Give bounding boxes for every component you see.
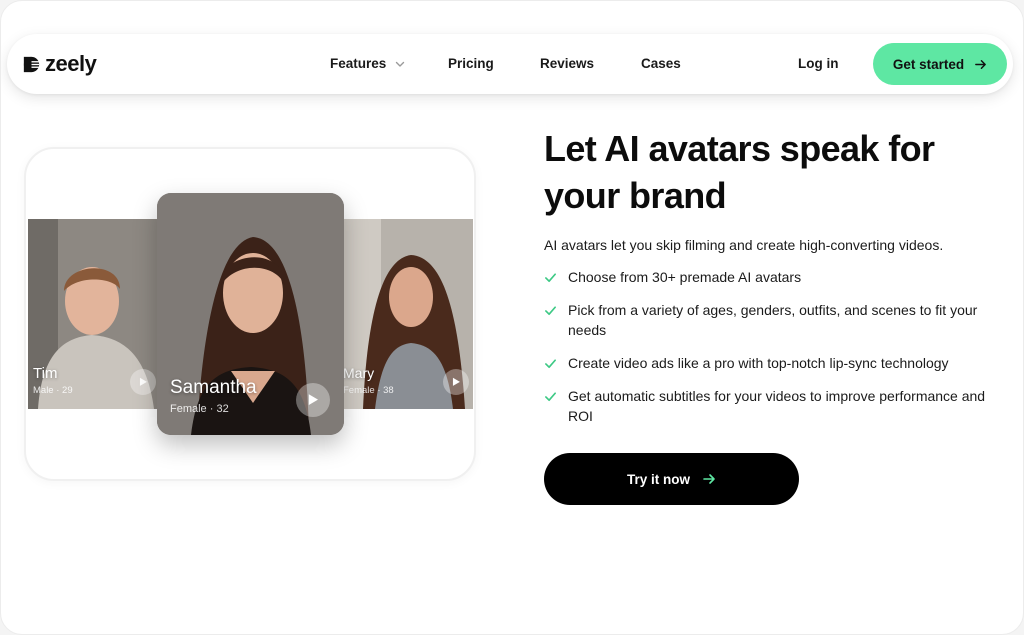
try-it-now-label: Try it now bbox=[626, 471, 690, 487]
avatar-name-mary: Mary bbox=[343, 365, 375, 381]
avatar-name-tim: Tim bbox=[33, 365, 58, 382]
nav-features-label: Features bbox=[330, 56, 387, 71]
check-icon bbox=[545, 359, 556, 369]
feature-text: Pick from a variety of ages, genders, ou… bbox=[568, 302, 978, 338]
feature-text: Choose from 30+ premade AI avatars bbox=[568, 269, 802, 285]
avatar-meta-samantha: Female · 32 bbox=[170, 403, 229, 415]
feature-list: Choose from 30+ premade AI avatars Pick … bbox=[544, 267, 1004, 439]
nav-cases[interactable]: Cases bbox=[641, 54, 681, 74]
nav-reviews[interactable]: Reviews bbox=[540, 54, 594, 74]
play-icon bbox=[309, 394, 319, 406]
play-icon bbox=[453, 377, 461, 387]
get-started-label: Get started bbox=[892, 56, 965, 72]
get-started-button[interactable]: Get started bbox=[873, 43, 1007, 85]
arrow-right-icon bbox=[703, 474, 715, 484]
feature-text: Get automatic subtitles for your videos … bbox=[568, 388, 986, 424]
login-label: Log in bbox=[798, 56, 839, 71]
avatar-card-samantha[interactable]: Samantha Female · 32 bbox=[157, 193, 344, 435]
check-icon bbox=[545, 306, 556, 316]
avatar-meta-mary: Female · 38 bbox=[343, 385, 394, 396]
check-icon bbox=[545, 273, 556, 283]
nav-pricing[interactable]: Pricing bbox=[448, 54, 494, 74]
play-button-mary[interactable] bbox=[443, 369, 469, 395]
nav-cases-label: Cases bbox=[641, 56, 681, 71]
feature-item: Choose from 30+ premade AI avatars bbox=[544, 267, 1004, 287]
feature-item: Create video ads like a pro with top-not… bbox=[544, 353, 1004, 373]
arrow-right-icon bbox=[975, 59, 987, 69]
feature-item: Get automatic subtitles for your videos … bbox=[544, 386, 1004, 426]
play-button-samantha[interactable] bbox=[296, 383, 330, 417]
avatar-meta-tim: Male · 29 bbox=[33, 385, 73, 396]
check-icon bbox=[545, 392, 556, 402]
nav-reviews-label: Reviews bbox=[540, 56, 595, 71]
chevron-down-icon bbox=[396, 61, 405, 67]
top-navbar: zeely Features Pricing Reviews Cases Log… bbox=[7, 34, 1013, 94]
try-it-now-button[interactable]: Try it now bbox=[544, 453, 799, 505]
hero-intro: AI avatars let you skip filming and crea… bbox=[544, 237, 944, 253]
avatar-name-samantha: Samantha bbox=[170, 377, 257, 398]
nav-features[interactable]: Features bbox=[330, 54, 406, 74]
feature-text: Create video ads like a pro with top-not… bbox=[568, 355, 949, 371]
feature-item: Pick from a variety of ages, genders, ou… bbox=[544, 300, 1004, 340]
login-link[interactable]: Log in bbox=[798, 54, 839, 74]
play-button-tim[interactable] bbox=[130, 369, 156, 395]
hero-title: Let AI avatars speak for your brand bbox=[544, 128, 935, 216]
brand-logo[interactable]: zeely bbox=[23, 50, 97, 78]
logo-mark-icon bbox=[23, 56, 40, 72]
page-frame: zeely Features Pricing Reviews Cases Log… bbox=[0, 0, 1024, 635]
avatar-card-mary[interactable]: Mary Female · 38 bbox=[341, 219, 473, 409]
avatar-card-tim[interactable]: Tim Male · 29 bbox=[28, 219, 158, 409]
nav-pricing-label: Pricing bbox=[448, 56, 494, 71]
logo-text: zeely bbox=[45, 51, 97, 76]
play-icon bbox=[140, 377, 148, 387]
